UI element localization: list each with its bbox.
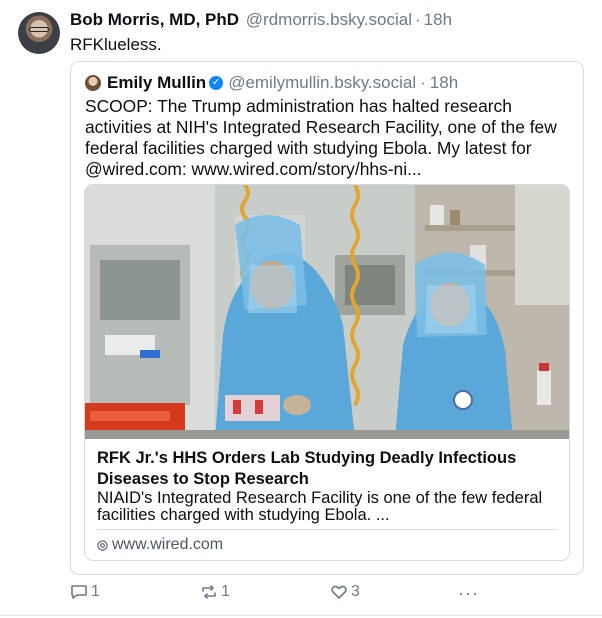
reply-icon bbox=[71, 585, 87, 599]
repost-button[interactable]: 1 bbox=[200, 583, 230, 601]
post-header: Bob Morris, MD, PhD @rdmorris.bsky.socia… bbox=[70, 10, 452, 30]
globe-icon bbox=[97, 539, 108, 551]
post[interactable]: Bob Morris, MD, PhD @rdmorris.bsky.socia… bbox=[0, 0, 602, 618]
quote-text: SCOOP: The Trump administration has halt… bbox=[85, 96, 557, 179]
author-name[interactable]: Bob Morris, MD, PhD bbox=[70, 10, 239, 29]
heart-icon bbox=[331, 585, 347, 599]
repost-count: 1 bbox=[221, 583, 230, 600]
quote-separator: · bbox=[420, 73, 426, 92]
quote-header: Emily Mullin ✓ @emilymullin.bsky.social ·… bbox=[85, 73, 458, 93]
author-handle[interactable]: @rdmorris.bsky.social bbox=[246, 10, 412, 29]
avatar-glasses bbox=[29, 27, 49, 32]
quote-card[interactable]: Emily Mullin ✓ @emilymullin.bsky.social ·… bbox=[70, 61, 584, 575]
link-card[interactable]: RFK Jr.'s HHS Orders Lab Studying Deadly… bbox=[84, 184, 570, 561]
post-text: RFKlueless. bbox=[70, 35, 162, 54]
post-time[interactable]: 18h bbox=[424, 10, 452, 29]
link-divider bbox=[97, 529, 557, 530]
post-divider bbox=[0, 615, 602, 616]
article-thumbnail bbox=[85, 185, 569, 439]
more-icon: ··· bbox=[458, 583, 479, 603]
reply-button[interactable]: 1 bbox=[70, 583, 100, 601]
more-options-button[interactable]: ··· bbox=[458, 583, 479, 604]
like-button[interactable]: 3 bbox=[330, 583, 360, 601]
quote-author-avatar[interactable] bbox=[85, 75, 101, 91]
like-count: 3 bbox=[351, 583, 360, 600]
link-title[interactable]: RFK Jr.'s HHS Orders Lab Studying Deadly… bbox=[97, 448, 567, 490]
link-domain[interactable]: www.wired.com bbox=[97, 536, 223, 554]
verified-check-icon: ✓ bbox=[209, 76, 224, 90]
header-separator: · bbox=[415, 10, 421, 29]
post-actions: 1 1 3 ··· bbox=[0, 583, 602, 607]
quote-time[interactable]: 18h bbox=[430, 73, 458, 93]
link-description: NIAID's Integrated Research Facility is … bbox=[97, 489, 543, 524]
reply-count: 1 bbox=[91, 583, 100, 600]
quote-author-name[interactable]: Emily Mullin bbox=[107, 73, 206, 93]
link-domain-text: www.wired.com bbox=[112, 536, 224, 553]
author-avatar[interactable] bbox=[18, 12, 60, 54]
quote-author-handle[interactable]: @emilymullin.bsky.social bbox=[228, 73, 416, 93]
repost-icon bbox=[202, 585, 216, 599]
